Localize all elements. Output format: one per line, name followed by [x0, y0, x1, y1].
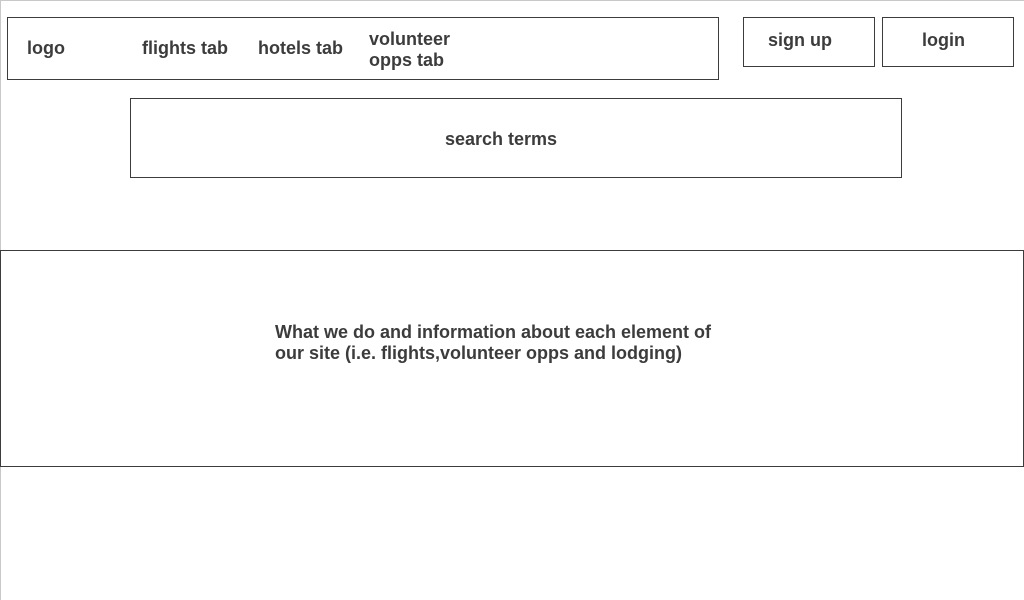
tab-flights[interactable]: flights tab — [142, 38, 228, 59]
info-text-line1: What we do and information about each el… — [275, 322, 712, 342]
info-text-line2: our site (i.e. flights,volunteer opps an… — [275, 343, 683, 363]
logo[interactable]: logo — [27, 38, 65, 59]
tab-volunteer-opps-line1: volunteer — [369, 29, 451, 49]
login-label: login — [922, 30, 965, 50]
window-top-edge — [0, 0, 1024, 1]
tab-volunteer-opps-line2: opps tab — [369, 50, 444, 70]
search-placeholder: search terms — [445, 129, 558, 149]
sign-up-label: sign up — [768, 30, 832, 50]
tab-hotels[interactable]: hotels tab — [258, 38, 343, 59]
nav-bar — [7, 17, 719, 80]
